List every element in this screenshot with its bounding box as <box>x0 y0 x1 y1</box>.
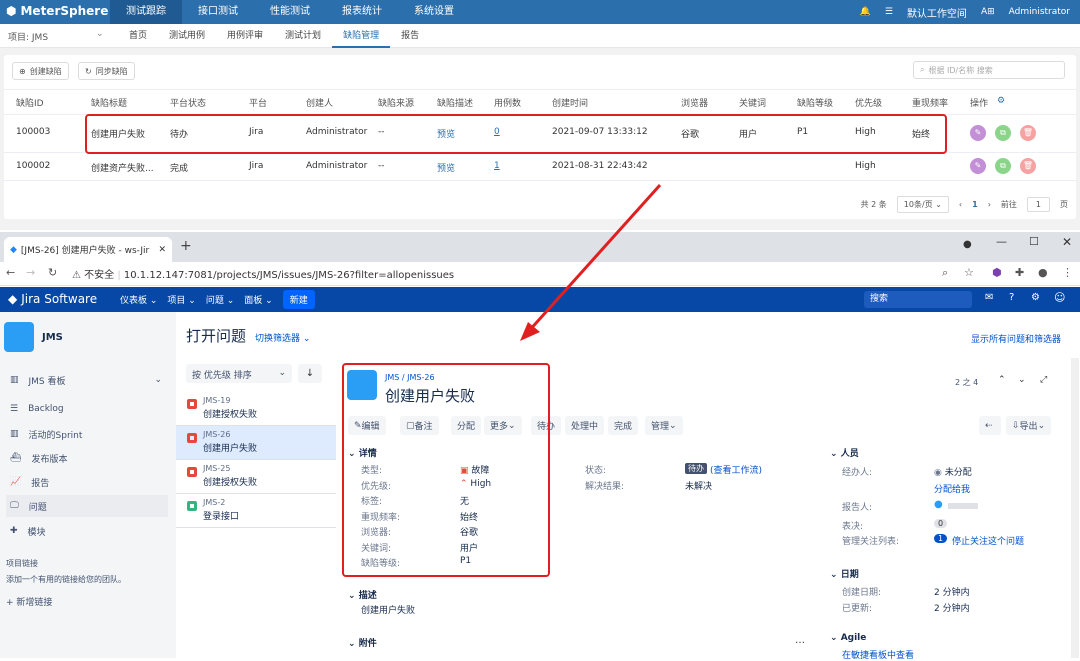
annotation-arrow <box>520 183 662 341</box>
